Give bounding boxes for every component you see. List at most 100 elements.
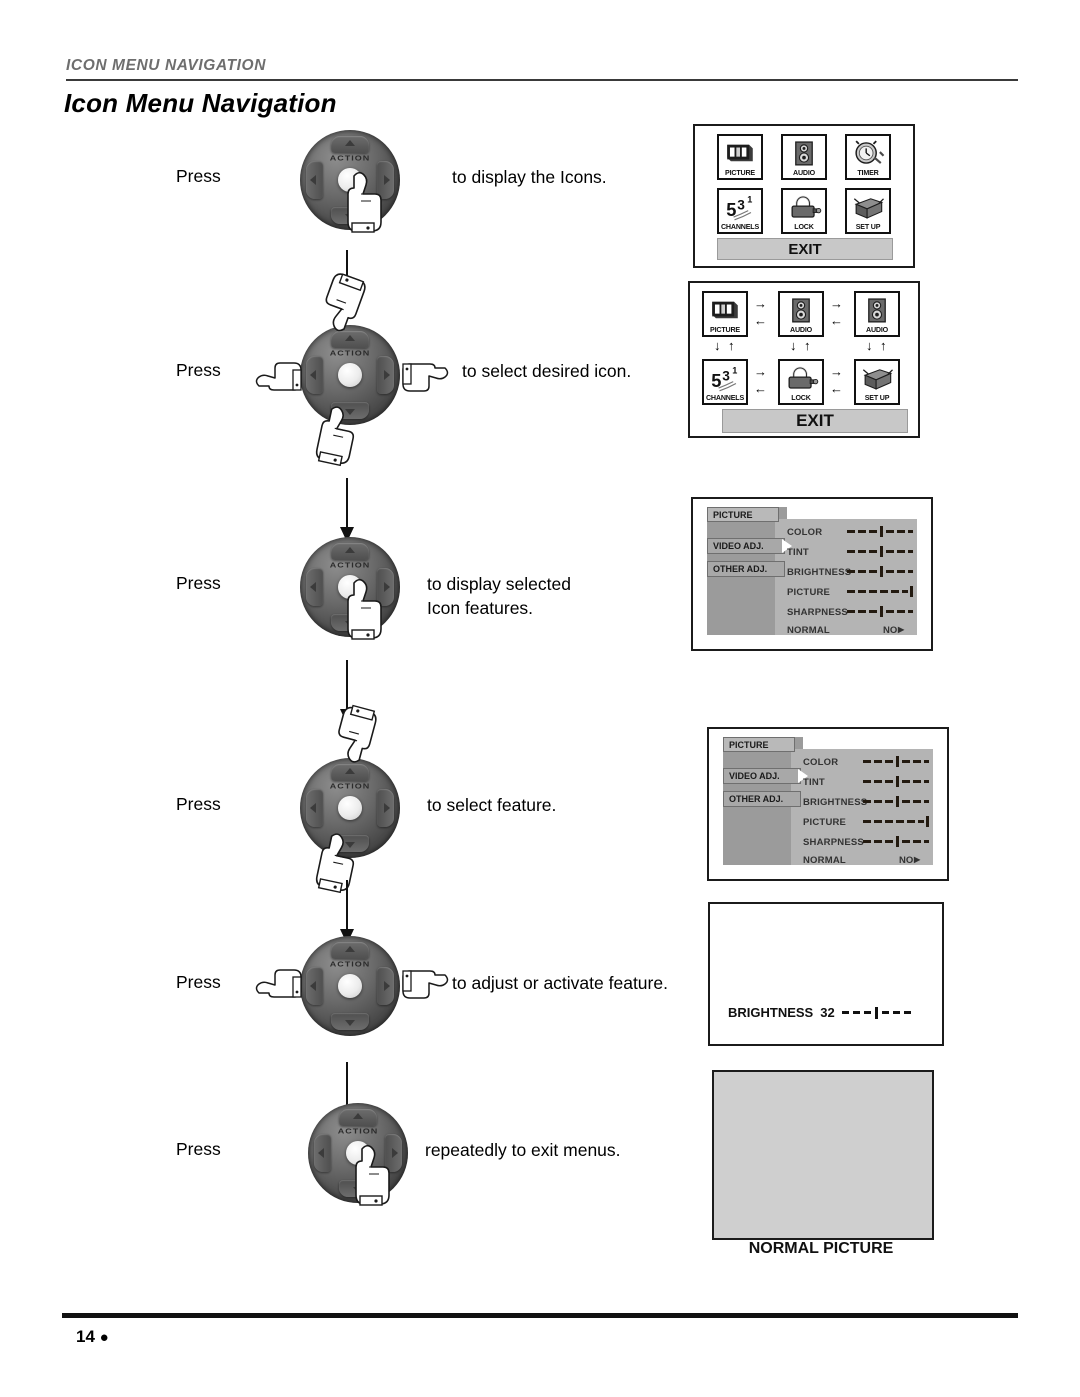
icon-label: PICTURE	[720, 168, 760, 177]
brightness-value: 32	[820, 1005, 835, 1020]
pad-up-arrow-icon	[345, 946, 355, 952]
pad-center-action-button[interactable]	[338, 363, 362, 387]
icon-label: SET UP	[857, 393, 897, 402]
slider-brightness[interactable]	[863, 796, 929, 807]
speaker-icon	[795, 141, 813, 166]
tab-picture[interactable]: PICTURE	[723, 737, 795, 752]
icon-menu-screen-1: PICTURE AUDIO TIMER 5 3 1 CHANNELS LOCK …	[693, 124, 915, 268]
slider-picture[interactable]	[847, 586, 913, 597]
tab-other-adj[interactable]: OTHER ADJ.	[723, 791, 801, 807]
normal-value[interactable]: NO	[883, 625, 897, 636]
normal-picture-preview	[712, 1070, 934, 1240]
picture-menu-screen-2: PICTURE VIDEO ADJ. OTHER ADJ. COLOR TINT…	[707, 727, 949, 881]
row-label-normal: NORMAL	[787, 625, 830, 636]
pad-center-action-button[interactable]	[338, 796, 362, 820]
nav-arrow-up: ↑	[804, 338, 811, 353]
lock-icon-box: LOCK	[781, 188, 827, 234]
step-5-action-pad[interactable]: ACTION	[300, 936, 400, 1036]
section-kicker: ICON MENU NAVIGATION	[66, 57, 1018, 75]
nav-arrow-right: →	[754, 364, 767, 379]
pad-action-label: ACTION	[329, 153, 371, 163]
pad-left-arrow-icon	[310, 175, 316, 185]
slider-color[interactable]	[863, 756, 929, 767]
tab-video-adj[interactable]: VIDEO ADJ.	[707, 538, 785, 554]
brightness-scale[interactable]	[841, 1006, 911, 1019]
tv-icon	[727, 144, 753, 162]
slider-picture[interactable]	[863, 816, 929, 827]
nav-arrow-right: →	[830, 364, 843, 379]
pad-right-arrow-icon	[384, 981, 390, 991]
nav-arrow-left: ←	[830, 381, 843, 396]
audio-icon-box: AUDIO	[778, 291, 824, 337]
pad-right-arrow-icon	[384, 803, 390, 813]
speaker-icon	[868, 298, 886, 323]
row-label-picture: PICTURE	[803, 817, 847, 828]
tab-video-adj[interactable]: VIDEO ADJ.	[723, 768, 801, 784]
setup-icon	[853, 198, 884, 219]
pad-left-arrow-icon	[310, 370, 316, 380]
svg-text:1: 1	[747, 194, 752, 204]
exit-button-2[interactable]: EXIT	[722, 409, 908, 433]
row-label-sharpness: SHARPNESS	[803, 837, 864, 848]
step-2-pointing-hand-left-icon	[394, 355, 456, 399]
svg-text:3: 3	[737, 198, 745, 213]
pad-left-arrow-icon	[310, 981, 316, 991]
section-kicker-text: ICON MENU NAVIGATION	[66, 57, 267, 74]
channels-icon-box: 5 3 1 CHANNELS	[702, 359, 748, 405]
flow-arrow-4	[340, 880, 354, 944]
slider-tint[interactable]	[847, 546, 913, 557]
icon-menu-2-item-audio-2[interactable]: AUDIO	[854, 291, 900, 337]
step-6-pointing-hand-icon	[348, 1141, 394, 1207]
normal-value[interactable]: NO	[899, 855, 913, 866]
icon-menu-1-item-lock[interactable]: LOCK	[781, 188, 827, 234]
slider-sharpness[interactable]	[863, 836, 929, 847]
pad-center-action-button[interactable]	[338, 974, 362, 998]
icon-menu-2-item-setup[interactable]: SET UP	[854, 359, 900, 405]
padlock-icon	[791, 195, 822, 218]
row-label-normal: NORMAL	[803, 855, 846, 866]
nav-arrow-down: ↓	[866, 338, 873, 353]
icon-menu-1-item-channels[interactable]: 5 3 1 CHANNELS	[717, 188, 763, 234]
step-5-press-label: Press	[176, 972, 221, 992]
channels-icon-box: 5 3 1 CHANNELS	[717, 188, 763, 234]
step-5-description: to adjust or activate feature.	[452, 973, 668, 993]
step-1-description: to display the Icons.	[452, 167, 607, 187]
normal-arrow-icon: ▶	[898, 625, 905, 634]
slider-brightness[interactable]	[847, 566, 913, 577]
row-label-picture: PICTURE	[787, 587, 831, 598]
icon-menu-1-item-audio[interactable]: AUDIO	[781, 134, 827, 180]
icon-menu-2-item-lock[interactable]: LOCK	[778, 359, 824, 405]
padlock-icon	[788, 366, 819, 389]
icon-label: AUDIO	[857, 325, 897, 334]
step-3-description: to display selected Icon features.	[427, 573, 571, 620]
icon-menu-2-item-audio[interactable]: AUDIO	[778, 291, 824, 337]
slider-sharpness[interactable]	[847, 606, 913, 617]
page-number-bullet-icon: ●	[99, 1329, 109, 1346]
page-number-value: 14	[76, 1327, 95, 1346]
picture-icon-box: PICTURE	[717, 134, 763, 180]
icon-menu-1-item-picture[interactable]: PICTURE	[717, 134, 763, 180]
flow-arrow-2	[340, 478, 354, 542]
step-5-pointing-hand-left-icon	[394, 962, 456, 1006]
page-number: 14 ●	[76, 1327, 109, 1347]
clock-icon	[855, 140, 885, 164]
tab-picture[interactable]: PICTURE	[707, 507, 779, 522]
audio-icon-box: AUDIO	[854, 291, 900, 337]
svg-text:3: 3	[722, 369, 730, 384]
icon-menu-1-item-setup[interactable]: SET UP	[845, 188, 891, 234]
step-5-pointing-hand-right-icon	[248, 962, 310, 1006]
step-3-description-line-2: Icon features.	[427, 597, 534, 618]
icon-menu-2-item-channels[interactable]: 5 3 1 CHANNELS	[702, 359, 748, 405]
icon-label: LOCK	[781, 393, 821, 402]
step-2-pointing-hand-down-icon	[312, 405, 362, 469]
pad-action-label: ACTION	[329, 959, 371, 969]
icon-menu-2-item-picture[interactable]: PICTURE	[702, 291, 748, 337]
tab-other-adj[interactable]: OTHER ADJ.	[707, 561, 785, 577]
exit-button-1[interactable]: EXIT	[717, 238, 893, 260]
icon-menu-1-item-timer[interactable]: TIMER	[845, 134, 891, 180]
speaker-icon	[792, 298, 810, 323]
slider-color[interactable]	[847, 526, 913, 537]
tv-icon	[712, 301, 738, 319]
pad-left-arrow-icon	[318, 1148, 324, 1158]
slider-tint[interactable]	[863, 776, 929, 787]
